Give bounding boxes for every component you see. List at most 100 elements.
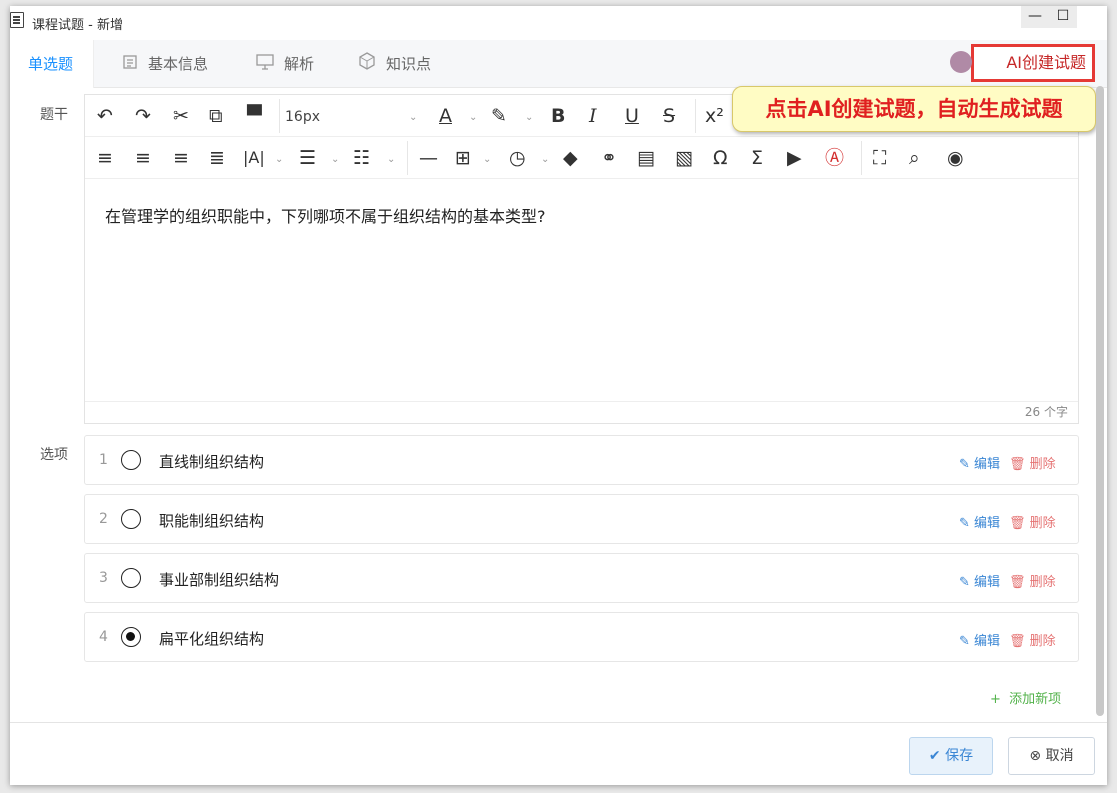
edit-option-button[interactable]: ✎ 编辑 [959,453,1000,472]
option-row: 3 事业部制组织结构 ✎ 编辑 🗑 删除 [84,553,1079,603]
redo-icon[interactable]: ↷ [135,103,151,129]
cut-icon[interactable]: ✂ [173,103,189,129]
line-height-icon[interactable]: |A| [243,145,265,171]
table-icon[interactable]: ⊞ [455,145,471,171]
options-label: 选项 [40,447,68,463]
word-import-icon[interactable]: ▤ [637,145,655,171]
option-number: 4 [99,629,108,645]
delete-label: 删除 [1029,457,1056,472]
check-icon: ✔ [928,748,941,764]
align-right-icon[interactable]: ≡ [173,145,189,171]
option-row: 4 扁平化组织结构 ✎ 编辑 🗑 删除 [84,612,1079,662]
option-radio[interactable] [121,568,141,588]
cancel-label: 取消 [1045,748,1074,764]
delete-label: 删除 [1029,575,1056,590]
highlight-icon[interactable]: ✎ [491,103,507,129]
eraser-icon[interactable]: ◆ [563,145,578,171]
chevron-down-icon[interactable]: ⌄ [469,105,477,131]
tab-single-choice[interactable]: 单选题 [10,40,95,88]
minimize-button[interactable]: — [1021,6,1049,28]
editor-content-area[interactable]: 在管理学的组织职能中，下列哪项不属于组织结构的基本类型? [85,181,1078,403]
tab-bar: 单选题 基本信息 解析 知识点 [10,40,1107,88]
scrollbar[interactable] [1096,86,1104,716]
align-left-icon[interactable]: ≡ [97,145,113,171]
close-circle-icon: ⊗ [1029,748,1042,764]
link-icon[interactable]: ⚭ [601,145,617,171]
edit-label: 编辑 [974,634,1001,649]
save-button[interactable]: ✔ 保存 [909,737,993,775]
tab-label: 基本信息 [148,55,209,73]
edit-option-button[interactable]: ✎ 编辑 [959,571,1000,590]
ai-create-question-button[interactable]: AI创建试题 [950,44,1095,82]
title-bar: 课程试题 - 新增 — ☐ [10,6,1107,40]
numbered-list-icon[interactable]: ☷ [353,145,370,171]
omega-icon[interactable]: Ω [713,145,728,171]
font-color-icon[interactable]: A [439,103,452,129]
clock-icon[interactable]: ◷ [509,145,526,171]
stem-label: 题干 [40,107,68,123]
edit-option-button[interactable]: ✎ 编辑 [959,630,1000,649]
italic-icon[interactable]: I [589,103,597,129]
justify-icon[interactable]: ≣ [209,145,225,171]
option-text: 直线制组织结构 [159,453,265,471]
align-center-icon[interactable]: ≡ [135,145,151,171]
chevron-down-icon[interactable]: ⌄ [541,147,549,173]
separator [279,99,280,133]
add-new-label: 添加新项 [1009,692,1062,707]
image-icon[interactable]: ▧ [675,145,693,171]
delete-option-button[interactable]: 🗑 删除 [1009,571,1056,590]
word-count: 26 个字 [85,401,1078,423]
horizontal-rule-icon[interactable]: — [419,145,438,171]
search-icon[interactable]: ⌕ [909,145,920,171]
option-text: 职能制组织结构 [159,512,265,530]
tab-analysis[interactable]: 解析 [256,40,314,88]
add-new-option-button[interactable]: + 添加新项 [990,688,1061,707]
delete-label: 删除 [1029,516,1056,531]
delete-option-button[interactable]: 🗑 删除 [1009,512,1056,531]
option-row: 1 直线制组织结构 ✎ 编辑 🗑 删除 [84,435,1079,485]
save-label: 保存 [945,748,974,764]
question-stem-text: 在管理学的组织职能中，下列哪项不属于组织结构的基本类型? [105,207,546,226]
edit-label: 编辑 [974,457,1001,472]
chevron-down-icon[interactable]: ⌄ [409,105,417,131]
tab-basic-info[interactable]: 基本信息 [122,40,208,88]
chevron-down-icon[interactable]: ⌄ [525,105,533,131]
format-painter-icon[interactable]: ▀ [247,103,262,129]
strikethrough-icon[interactable]: S [663,103,675,129]
video-icon[interactable]: ▶ [787,145,802,171]
fullscreen-icon[interactable]: ⛶ [873,145,886,171]
option-radio[interactable] [121,509,141,529]
edit-option-button[interactable]: ✎ 编辑 [959,512,1000,531]
delete-label: 删除 [1029,634,1056,649]
option-radio-selected[interactable] [121,627,141,647]
delete-option-button[interactable]: 🗑 删除 [1009,453,1056,472]
chevron-down-icon[interactable]: ⌄ [483,147,491,173]
font-size-select[interactable]: 16px [285,109,320,125]
bullet-list-icon[interactable]: ☰ [299,145,316,171]
chevron-down-icon[interactable]: ⌄ [275,147,283,173]
separator [861,141,862,175]
option-text: 扁平化组织结构 [159,630,265,648]
option-row: 2 职能制组织结构 ✎ 编辑 🗑 删除 [84,494,1079,544]
superscript-icon[interactable]: x² [705,103,724,129]
delete-option-button[interactable]: 🗑 删除 [1009,630,1056,649]
bold-icon[interactable]: B [551,103,565,129]
ai-icon[interactable]: Ⓐ [825,145,844,171]
underline-icon[interactable]: U [625,103,639,129]
option-radio[interactable] [121,450,141,470]
cancel-button[interactable]: ⊗ 取消 [1008,737,1095,775]
monitor-icon [256,41,274,89]
tab-label: 解析 [284,55,315,73]
plus-icon: + [990,692,1001,707]
preview-eye-icon[interactable]: ◉ [947,145,964,171]
sigma-icon[interactable]: Σ [751,145,763,171]
option-text: 事业部制组织结构 [159,571,280,589]
undo-icon[interactable]: ↶ [97,103,113,129]
document-icon [10,12,24,28]
copy-icon[interactable]: ⧉ [209,103,223,129]
tab-knowledge-points[interactable]: 知识点 [358,40,431,88]
chevron-down-icon[interactable]: ⌄ [387,147,395,173]
maximize-button[interactable]: ☐ [1049,6,1077,28]
rich-text-editor: ↶ ↷ ✂ ⧉ ▀ 16px ⌄ A ⌄ ✎ ⌄ B I U S x² ≡ ≡ … [84,94,1079,424]
chevron-down-icon[interactable]: ⌄ [331,147,339,173]
